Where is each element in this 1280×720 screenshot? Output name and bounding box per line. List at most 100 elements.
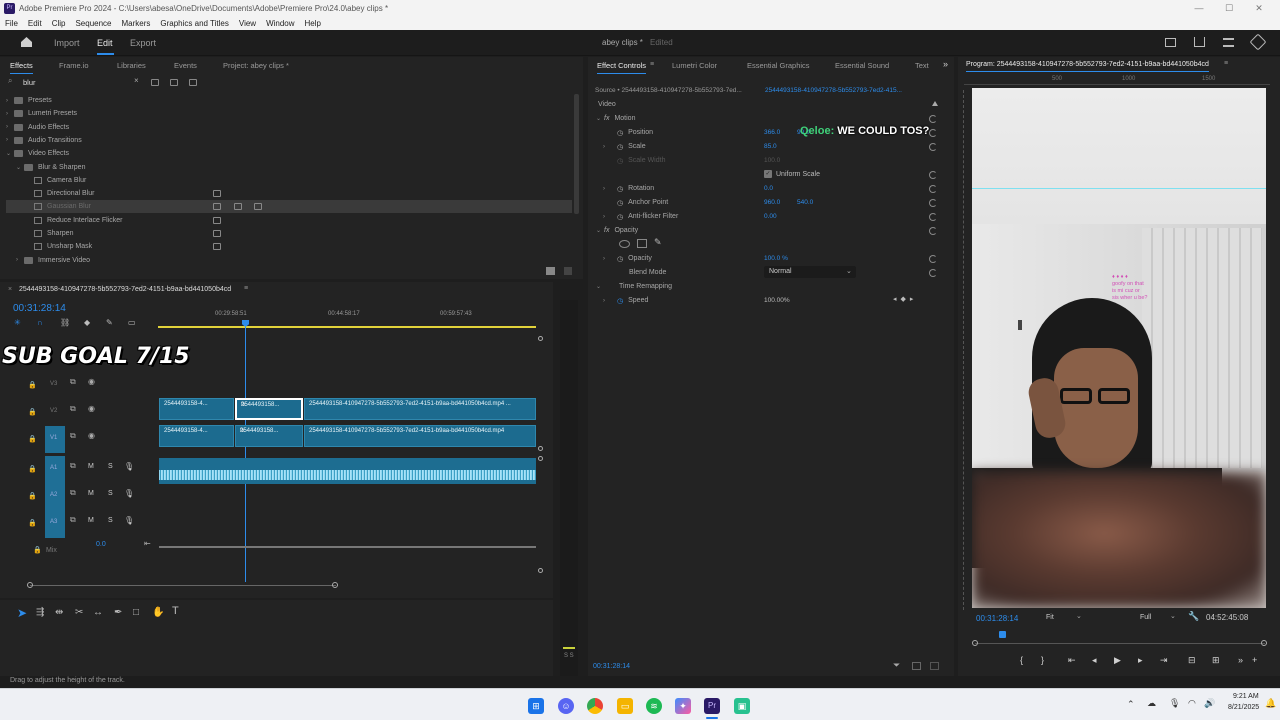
expanded-chevron-icon[interactable]: ⌄ (16, 164, 24, 171)
file-explorer-icon[interactable]: ▭ (617, 698, 633, 714)
timeline-zoom-bar[interactable] (30, 585, 336, 586)
menu-file[interactable]: File (5, 19, 18, 28)
clock-date[interactable]: 8/21/2025 (1228, 704, 1259, 711)
lock-icon[interactable]: 🔒 (28, 466, 37, 473)
premiere-pro-taskbar-icon[interactable]: Pr (704, 698, 720, 714)
timeline-timecode[interactable]: 00:31:28:14 (13, 303, 66, 314)
timeline-settings-icon[interactable]: ✎ (106, 318, 113, 327)
tab-frameio[interactable]: Frame.io (59, 61, 89, 70)
windows-start-icon[interactable]: ⊞ (528, 698, 544, 714)
chrome-icon[interactable] (587, 698, 603, 714)
stopwatch-icon[interactable]: ◷ (617, 255, 623, 263)
tree-item[interactable]: Sharpen (6, 227, 572, 240)
resolution-dropdown[interactable]: Full ⌄ (1140, 612, 1180, 623)
timeline-scroll-handle[interactable] (538, 568, 543, 573)
collapsed-chevron-icon[interactable]: › (6, 98, 14, 104)
linked-selection-icon[interactable]: ⛓ (60, 318, 70, 327)
pen-tool-icon[interactable]: ✒ (114, 607, 122, 618)
clip-v2-selected[interactable]: 2544493158... fx (235, 398, 303, 420)
reset-opacity-icon[interactable] (929, 255, 937, 263)
tab-events[interactable]: Events (174, 61, 197, 70)
tab-export[interactable]: Export (130, 38, 156, 48)
mark-out-icon[interactable]: } (1041, 655, 1044, 665)
lock-icon[interactable]: 🔒 (28, 520, 37, 527)
slip-tool-icon[interactable]: ↔ (93, 607, 103, 618)
tree-item[interactable]: › Presets (6, 94, 572, 107)
anchor-x[interactable]: 960.0 (764, 199, 780, 206)
scrubber-end-handle[interactable] (1261, 640, 1267, 646)
mix-nav-icon[interactable]: ⇤ (144, 539, 151, 548)
toggle-output-icon[interactable]: ◉ (88, 431, 95, 440)
reset-position-icon[interactable] (929, 129, 937, 137)
track-select-tool-icon[interactable]: ⇶ (36, 607, 44, 618)
tab-libraries[interactable]: Libraries (117, 61, 146, 70)
nest-icon[interactable]: ✳ (14, 318, 21, 327)
streamlabs-icon[interactable]: ▣ (734, 698, 750, 714)
add-marker-icon[interactable]: ◆ (84, 318, 90, 327)
lift-icon[interactable]: ⊟ (1188, 655, 1196, 666)
menu-sequence[interactable]: Sequence (75, 19, 111, 28)
menu-edit[interactable]: Edit (28, 19, 42, 28)
ec-opacity-section[interactable]: ⌄ fx Opacity (596, 224, 638, 237)
mute-button[interactable]: M (88, 490, 94, 497)
clip-v2[interactable]: 2544493158-410947278-5b552793-7ed2-4151-… (304, 398, 536, 420)
ec-motion-row[interactable]: ⌄ fx Motion (596, 112, 635, 125)
new-bin-icon[interactable] (546, 267, 555, 275)
timeline-scroll-handle[interactable] (538, 336, 543, 341)
more-tabs-icon[interactable]: » (943, 59, 948, 69)
razor-tool-icon[interactable]: ✂ (75, 607, 83, 618)
menu-window[interactable]: Window (266, 19, 294, 28)
solo-button[interactable]: S (108, 463, 113, 470)
blend-mode-dropdown[interactable]: Normal ⌄ (764, 266, 856, 278)
reset-motion-icon[interactable] (929, 115, 937, 123)
lock-icon[interactable]: 🔒 (28, 493, 37, 500)
effects-search[interactable]: ⌕ blur × (6, 76, 144, 89)
microphone-icon[interactable]: 🎙 (124, 462, 134, 471)
opacity-value[interactable]: 100.0 % (764, 255, 788, 262)
tree-item[interactable]: › Lumetri Presets (6, 107, 572, 120)
playhead-marker[interactable] (999, 631, 1006, 638)
track-v1-header[interactable]: 🔒 V1 ⧉ ◉ (28, 431, 95, 443)
copilot-icon[interactable]: ✦ (675, 698, 691, 714)
ellipse-mask-icon[interactable] (619, 240, 630, 248)
filter-icon[interactable]: ⏷ (893, 660, 900, 671)
zoom-dropdown[interactable]: Fit ⌄ (1046, 612, 1090, 623)
solo-button[interactable]: S (108, 490, 113, 497)
tab-project[interactable]: Project: abey clips * (223, 61, 289, 70)
ec-scroll-up-icon[interactable] (932, 101, 938, 106)
clear-search-icon[interactable]: × (134, 76, 139, 85)
ec-settings-icon[interactable] (930, 662, 939, 670)
stopwatch-icon[interactable]: ◷ (617, 185, 623, 193)
stopwatch-icon[interactable]: ◷ (617, 199, 623, 207)
menu-icon[interactable] (1223, 38, 1234, 47)
step-forward-icon[interactable]: ▸ (1138, 655, 1143, 666)
tree-item[interactable]: ⌄ Video Effects (6, 147, 572, 160)
timeline-ruler[interactable]: 00:29:58:51 00:44:58:17 00:59:57:43 (158, 310, 536, 328)
lock-icon[interactable]: 🔒 (28, 382, 37, 389)
sequence-tab[interactable]: 2544493158-410947278-5b552793-7ed2-4151-… (19, 286, 231, 293)
reset-uniform-icon[interactable] (929, 171, 937, 179)
tray-chevron-icon[interactable]: ⌃ (1127, 699, 1135, 710)
track-output-icon[interactable]: ⧉ (70, 488, 76, 498)
ec-source[interactable]: Source • 2544493158-410947278-5b552793-7… (595, 87, 742, 94)
stopwatch-icon[interactable]: ◷ (617, 213, 623, 221)
reset-blend-icon[interactable] (929, 269, 937, 277)
track-output-icon[interactable]: ⧉ (70, 431, 76, 441)
solo-button[interactable]: S (108, 517, 113, 524)
uniform-scale-checkbox[interactable]: ✓ (764, 170, 772, 178)
close-button[interactable]: ✕ (1246, 0, 1272, 17)
accelerated-filter-icon[interactable] (151, 79, 159, 86)
tree-item[interactable]: ⌄ Blur & Sharpen (6, 161, 572, 174)
menu-view[interactable]: View (239, 19, 256, 28)
track-output-icon[interactable]: ⧉ (70, 461, 76, 471)
go-to-in-icon[interactable]: ⇤ (1068, 655, 1076, 666)
toggle-output-icon[interactable]: ◉ (88, 377, 95, 386)
type-tool-icon[interactable]: T (172, 605, 179, 617)
snap-icon[interactable]: ∩ (37, 318, 43, 327)
tree-item[interactable]: Gaussian Blur (6, 200, 572, 214)
menu-clip[interactable]: Clip (52, 19, 66, 28)
menu-help[interactable]: Help (305, 19, 321, 28)
tab-essential-graphics[interactable]: Essential Graphics (747, 61, 810, 70)
notification-bell-icon[interactable]: 🔔 (1265, 698, 1276, 709)
track-v3-header[interactable]: 🔒 V3 ⧉ ◉ (28, 377, 95, 389)
